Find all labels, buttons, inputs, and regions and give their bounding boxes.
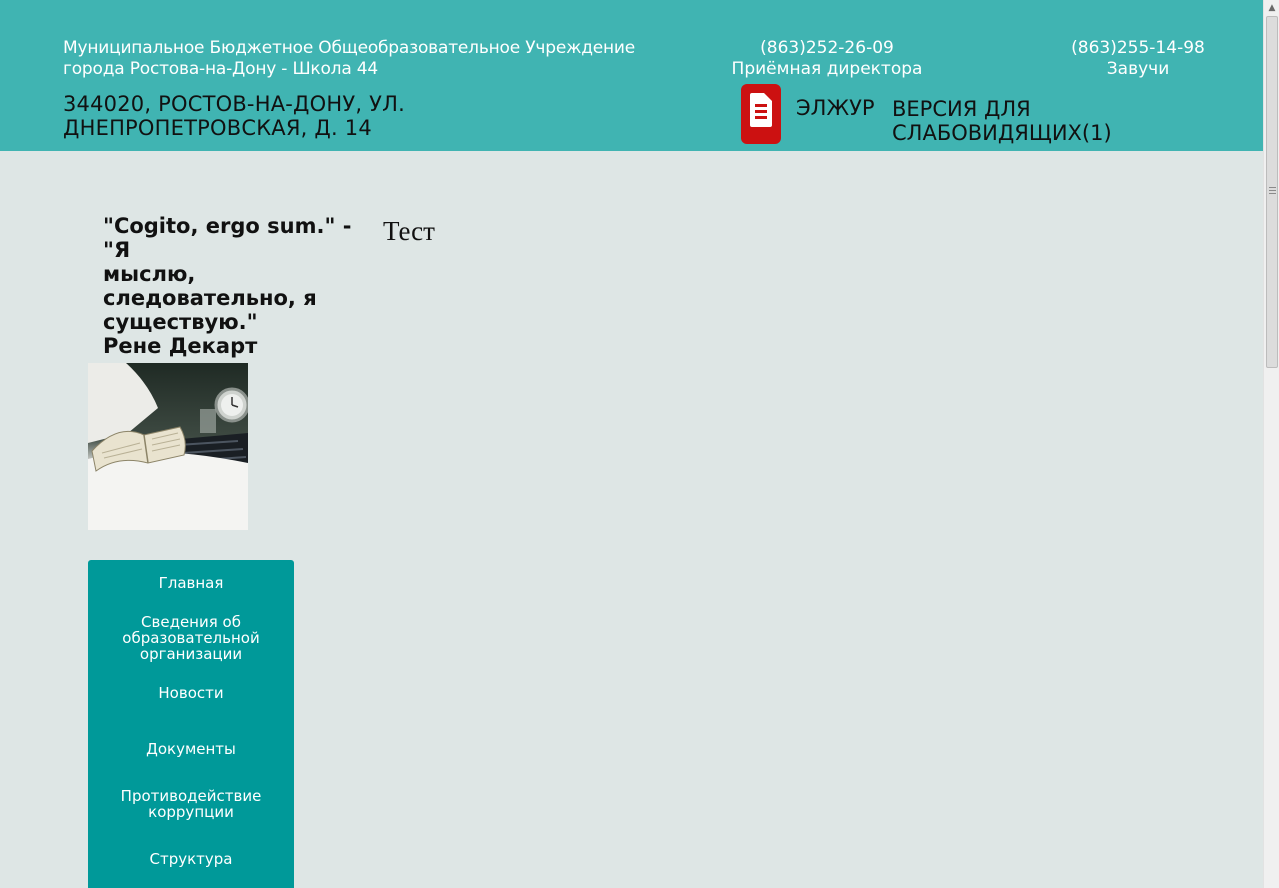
nav-item-anti-corruption-line-1: Противодействие — [120, 787, 262, 805]
book-photo — [88, 363, 248, 530]
low-vision-version-link[interactable]: ВЕРСИЯ ДЛЯ СЛАБОВИДЯЩИХ(1) — [892, 97, 1152, 145]
address-line-1: 344020, РОСТОВ-НА-ДОНУ, УЛ. — [63, 92, 405, 116]
nav-item-documents-label: Документы — [146, 740, 236, 758]
phone-reception-label: Приёмная директора — [731, 59, 923, 79]
low-vision-line-2: СЛАБОВИДЯЩИХ(1) — [892, 121, 1112, 145]
nav-item-structure-label: Структура — [149, 850, 233, 868]
nav-item-home[interactable]: Главная — [88, 575, 294, 591]
phone-reception-number: (863)252-26-09 — [760, 38, 894, 58]
nav-item-organization-info-line-3: организации — [139, 645, 243, 663]
address-line-2: ДНЕПРОПЕТРОВСКАЯ, Д. 14 — [63, 116, 372, 140]
quote-author: Рене Декарт — [103, 334, 258, 358]
nav-item-news[interactable]: Новости — [88, 685, 294, 701]
school-name-line-2: города Ростова-на-Дону - Школа 44 — [63, 59, 379, 79]
scrollbar-thumb[interactable] — [1266, 16, 1278, 368]
main-menu: Главная Сведения об образовательной орга… — [88, 560, 294, 888]
school-name[interactable]: Муниципальное Бюджетное Общеобразователь… — [63, 38, 635, 80]
document-icon[interactable] — [741, 84, 781, 144]
site-header: Муниципальное Бюджетное Общеобразователь… — [0, 0, 1263, 151]
test-text: Тест — [383, 216, 435, 246]
quote-line-3: следовательно, я — [103, 286, 317, 310]
descartes-quote: "Cogito, ergo sum." - "Я мыслю, следоват… — [103, 214, 383, 358]
school-name-line-1: Муниципальное Бюджетное Общеобразователь… — [63, 38, 636, 58]
book-photo-illustration — [88, 363, 248, 530]
page: Муниципальное Бюджетное Общеобразователь… — [0, 0, 1279, 888]
nav-item-anti-corruption-line-2: коррупции — [148, 803, 234, 821]
ejournal-link[interactable]: ЭЛЖУР — [796, 96, 875, 120]
phone-deputies-label: Завучи — [1106, 59, 1170, 79]
phone-deputies-number: (863)255-14-98 — [1071, 38, 1205, 58]
quote-line-4: существую." — [103, 310, 258, 334]
quote-line-1: "Cogito, ergo sum." - "Я — [103, 214, 352, 262]
nav-item-news-label: Новости — [158, 684, 224, 702]
scroll-up-arrow-icon[interactable]: ▲ — [1264, 0, 1279, 16]
nav-item-documents[interactable]: Документы — [88, 741, 294, 757]
vertical-scrollbar[interactable]: ▲ — [1263, 0, 1279, 888]
document-fold — [764, 93, 772, 101]
nav-item-organization-info[interactable]: Сведения об образовательной организации — [88, 614, 294, 662]
phone-deputies[interactable]: (863)255-14-98 Завучи — [1040, 38, 1236, 80]
nav-item-organization-info-line-2: образовательной — [122, 629, 260, 647]
school-address: 344020, РОСТОВ-НА-ДОНУ, УЛ. ДНЕПРОПЕТРОВ… — [63, 92, 483, 140]
quote-line-2: мыслю, — [103, 262, 196, 286]
low-vision-line-1: ВЕРСИЯ ДЛЯ — [892, 97, 1031, 121]
nav-item-home-label: Главная — [158, 574, 224, 592]
scrollbar-grip-icon — [1269, 187, 1276, 196]
nav-item-structure[interactable]: Структура — [88, 851, 294, 867]
nav-item-organization-info-line-1: Сведения об — [141, 613, 241, 631]
phone-reception[interactable]: (863)252-26-09 Приёмная директора — [716, 38, 938, 80]
nav-item-anti-corruption[interactable]: Противодействие коррупции — [88, 788, 294, 820]
